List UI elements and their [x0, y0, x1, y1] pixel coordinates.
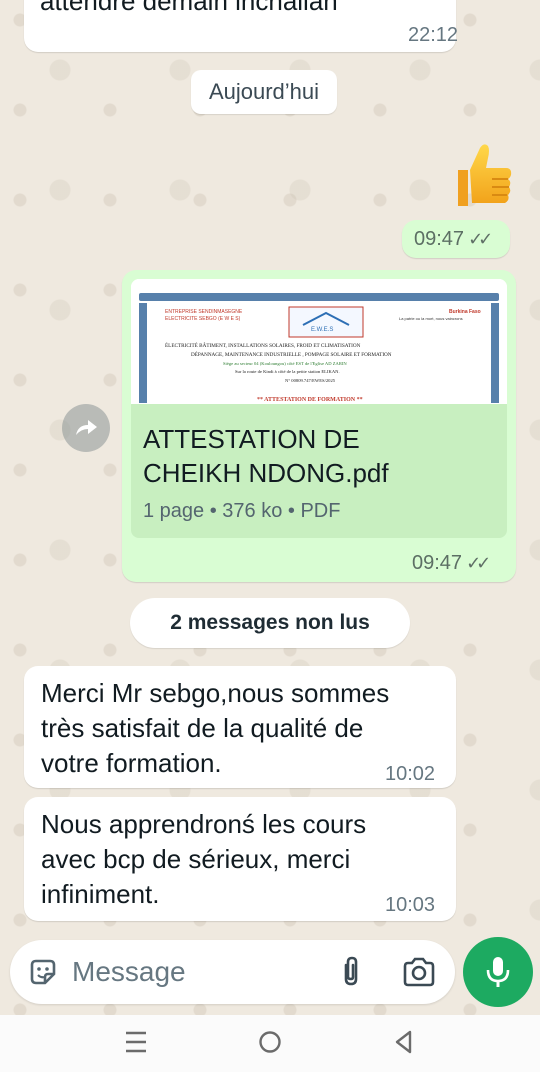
document-info[interactable]: ATTESTATION DE CHEIKH NDONG.pdf 1 page •… [131, 404, 507, 538]
microphone-icon [486, 957, 510, 987]
document-thumbnail: ENTREPRISE SENDINMASEGNE ELECTRICITE SEB… [131, 279, 507, 404]
attach-icon[interactable] [338, 955, 364, 989]
sticker-icon[interactable] [28, 957, 58, 987]
message-line: avec bcp de sérieux, merci [41, 844, 351, 874]
incoming-message[interactable]: Nous apprendronś les cours avec bcp de s… [24, 797, 456, 921]
preview-company-sub: ELECTRICITE SEBGO (E W E S) [165, 316, 241, 322]
message-text: Nous apprendronś les cours avec bcp de s… [41, 807, 366, 912]
preview-number: N° 00809.747/EWES/2025 [285, 378, 336, 383]
document-filename: ATTESTATION DE CHEIKH NDONG.pdf [143, 422, 389, 490]
voice-message-button[interactable] [463, 937, 533, 1007]
incoming-message-previous[interactable]: attendre demain inchallah 22:12 [24, 0, 459, 52]
preview-address: Siège au secteur 04 (Kouloungou) côté ES… [223, 361, 347, 366]
message-line: Merci Mr sebgo,nous sommes [41, 678, 390, 708]
outgoing-emoji-meta: 09:47 ✓✓ [402, 220, 510, 258]
forward-button[interactable] [62, 404, 110, 452]
preview-services: ÉLECTRICITÉ BÂTIMENT, INSTALLATIONS SOLA… [165, 341, 361, 349]
preview-logo: E.W.E.S [311, 327, 333, 333]
recent-apps-icon[interactable] [124, 1029, 148, 1055]
message-composer [10, 940, 455, 1004]
document-message-time: 09:47 ✓✓ [412, 552, 491, 574]
document-preview[interactable]: ENTREPRISE SENDINMASEGNE ELECTRICITE SEB… [131, 279, 507, 404]
message-text: attendre demain inchallah [40, 0, 338, 16]
thumbs-up-emoji-icon[interactable] [448, 140, 514, 210]
preview-company: ENTREPRISE SENDINMASEGNE [165, 309, 243, 315]
message-text: Merci Mr sebgo,nous sommes très satisfai… [41, 676, 389, 781]
message-time: 09:47 ✓✓ [414, 228, 493, 250]
preview-address-2: Sur la route de Kindi à côté de la petit… [235, 369, 340, 374]
system-navigation-bar [0, 1015, 540, 1072]
message-time: 10:02 [385, 763, 436, 785]
camera-icon[interactable] [402, 957, 436, 987]
message-line: très satisfait de la qualité de [41, 713, 364, 743]
message-line: infiniment. [41, 879, 160, 909]
incoming-message[interactable]: Merci Mr sebgo,nous sommes très satisfai… [24, 666, 456, 788]
message-line: Nous apprendronś les cours [41, 809, 367, 839]
read-receipt-icon: ✓✓ [468, 229, 493, 249]
date-separator: Aujourd’hui [191, 70, 337, 114]
document-filename-line2: CHEIKH NDONG.pdf [143, 458, 389, 488]
home-icon[interactable] [257, 1029, 283, 1055]
document-filename-line1: ATTESTATION DE [143, 424, 360, 454]
message-input[interactable] [72, 950, 322, 994]
message-line: votre formation. [41, 748, 222, 778]
back-icon[interactable] [392, 1029, 416, 1055]
read-receipt-icon: ✓✓ [466, 553, 491, 573]
forward-icon [76, 420, 97, 435]
preview-motto: La patrie ou la mort, nous vaincrons [399, 316, 463, 321]
preview-country: Burkina Faso [449, 309, 481, 315]
document-meta: 1 page • 376 ko • PDF [143, 500, 341, 522]
message-time: 10:03 [385, 894, 436, 916]
preview-services-2: DÉPANNAGE, MAINTENANCE INDUSTRIELLE , PO… [191, 350, 392, 358]
preview-title: ** ATTESTATION DE FORMATION ** [257, 397, 363, 403]
message-time: 22:12 [408, 24, 459, 46]
unread-messages-separator: 2 messages non lus [130, 598, 410, 648]
